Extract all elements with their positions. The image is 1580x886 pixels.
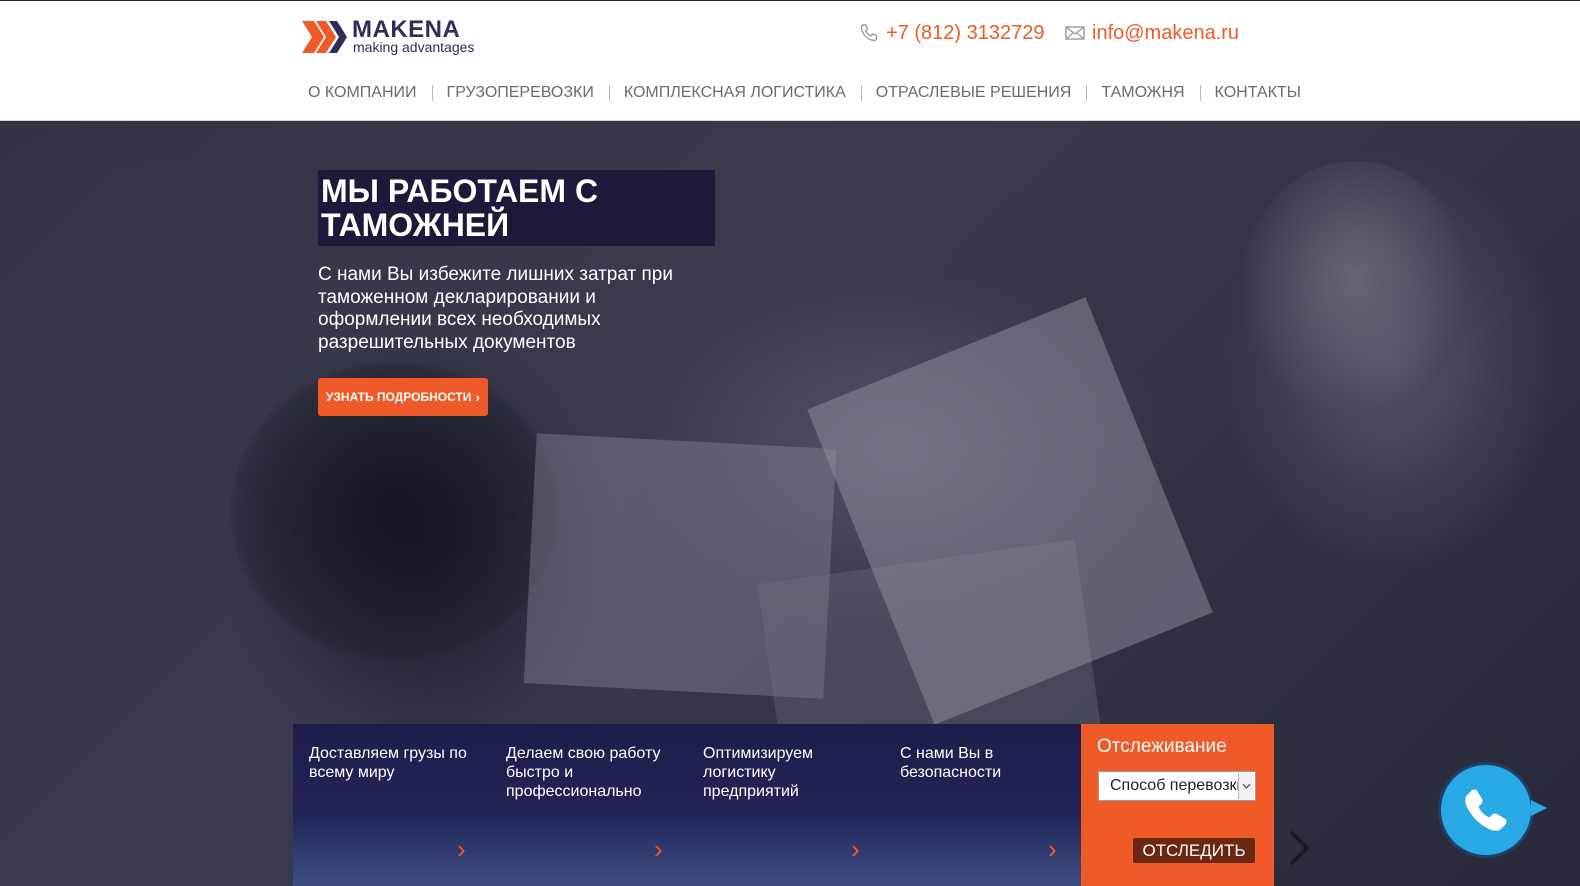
track-button[interactable]: ОТСЛЕДИТЬ <box>1133 838 1255 863</box>
nav-item-freight[interactable]: ГРУЗОПЕРЕВОЗКИ <box>431 81 609 105</box>
nav-item-industry[interactable]: ОТРАСЛЕВЫЕ РЕШЕНИЯ <box>860 81 1087 105</box>
phone-handset-icon <box>1465 789 1507 831</box>
callback-button[interactable] <box>1438 762 1547 858</box>
nav-item-customs[interactable]: ТАМОЖНЯ <box>1086 81 1199 105</box>
carousel-next-icon[interactable] <box>1287 828 1313 868</box>
phone-icon <box>860 24 878 42</box>
email-address[interactable]: info@makena.ru <box>1092 21 1239 45</box>
hero-title: МЫ РАБОТАЕМ С ТАМОЖНЕЙ <box>318 170 715 246</box>
callback-bubble-tail <box>1531 800 1547 816</box>
feature-strip: Доставляем грузы по всему миру › Делаем … <box>293 724 1274 886</box>
chevron-down-icon[interactable] <box>1238 773 1254 799</box>
chevron-right-icon: › <box>475 389 481 405</box>
site-header: MAKENA making advantages +7 (812) 313272… <box>0 0 1580 121</box>
mail-icon <box>1065 26 1085 40</box>
arrow-right-icon: › <box>851 834 860 864</box>
phone-number[interactable]: +7 (812) 3132729 <box>886 21 1044 45</box>
tracking-title: Отслеживание <box>1097 736 1227 757</box>
main-nav: О КОМПАНИИ ГРУЗОПЕРЕВОЗКИ КОМПЛЕКСНАЯ ЛО… <box>293 81 1316 105</box>
logo-chevrons-icon <box>302 21 347 53</box>
feature-card-safety[interactable]: С нами Вы в безопасности › <box>884 724 1081 886</box>
feature-card-optimize[interactable]: Оптимизируем логистику предприятий › <box>687 724 884 886</box>
email-contact[interactable]: info@makena.ru <box>1064 21 1239 45</box>
nav-item-about[interactable]: О КОМПАНИИ <box>293 81 432 105</box>
feature-card-fast[interactable]: Делаем свою работу быстро и профессионал… <box>490 724 687 886</box>
transport-method-select[interactable]: Способ перевозки <box>1098 771 1256 801</box>
hero-subtitle: С нами Вы избежите лишних затрат при там… <box>318 264 673 353</box>
nav-item-contacts[interactable]: КОНТАКТЫ <box>1199 81 1316 105</box>
feature-card-text: Делаем свою работу быстро и профессионал… <box>506 745 661 800</box>
nav-item-logistics[interactable]: КОМПЛЕКСНАЯ ЛОГИСТИКА <box>608 81 861 105</box>
arrow-right-icon: › <box>654 834 663 864</box>
logo[interactable]: MAKENA making advantages <box>302 17 492 57</box>
feature-card-text: С нами Вы в безопасности <box>900 745 1002 781</box>
phone-contact[interactable]: +7 (812) 3132729 <box>858 21 1044 45</box>
feature-card-text: Доставляем грузы по всему миру <box>309 745 467 781</box>
feature-card-text: Оптимизируем логистику предприятий <box>703 745 814 800</box>
arrow-right-icon: › <box>1048 834 1057 864</box>
logo-tagline: making advantages <box>353 39 475 55</box>
details-button[interactable]: УЗНАТЬ ПОДРОБНОСТИ › <box>318 378 488 416</box>
details-button-label: УЗНАТЬ ПОДРОБНОСТИ <box>325 390 472 404</box>
transport-method-value: Способ перевозки <box>1110 777 1238 794</box>
tracking-panel: Отслеживание Способ перевозки ОТСЛЕДИТЬ <box>1081 724 1274 886</box>
arrow-right-icon: › <box>457 834 466 864</box>
feature-card-worldwide[interactable]: Доставляем грузы по всему миру › <box>293 724 490 886</box>
